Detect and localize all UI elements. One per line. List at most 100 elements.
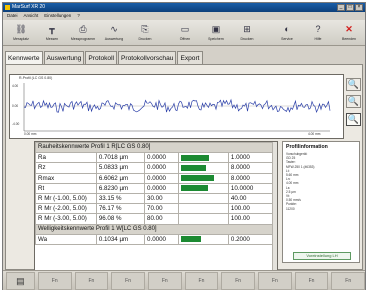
zoom-in-button[interactable]: 🔍	[346, 78, 361, 91]
toolbar: ⛓ Messplatz ┳ Messen ⎙ Messprogramm ∿ Auswer…	[3, 20, 365, 46]
function-key-button[interactable]: Fn	[221, 272, 255, 290]
toolbar-service-button[interactable]: ◐ Service	[274, 20, 300, 46]
toolbar-drucken2-button[interactable]: ⊞ Drucken	[234, 20, 260, 46]
tab-protokollvorschau[interactable]: Protokollvorschau	[118, 51, 177, 64]
zoom-out-button[interactable]: 🔍	[346, 95, 361, 108]
result-row[interactable]: Ra 0.7018 µm 0.0000 1.0000	[35, 152, 274, 164]
tolerance-bar-cell	[177, 152, 229, 164]
roughness-header: Rauheitskennwerte Profil 1 R[LC GS 0.80]	[35, 142, 273, 154]
parameter-value: 0.7018 µm	[95, 152, 146, 164]
toolbar-drucken-button[interactable]: ⎘ Drucken	[132, 20, 158, 46]
tolerance-bar-cell	[177, 162, 229, 174]
function-key-button[interactable]: Fn	[294, 272, 329, 290]
parameter-value: 5.0833 µm	[95, 162, 146, 174]
waviness-header: Welligkeitskennwerte Profil 1 W[LC GS 0.…	[35, 223, 273, 235]
kennwerte-panel: R-Profil (LC GS 0.80) 4.00 0.00 -4.00 0.…	[5, 64, 363, 271]
printer-icon: ⎘	[141, 24, 149, 34]
minimize-button[interactable]: _	[337, 4, 345, 11]
menu-bar: Datei Ansicht Einstellungen ?	[3, 12, 365, 20]
toolbar-beenden-button[interactable]: ✕ Beenden	[336, 20, 362, 46]
tolerance-bar	[180, 164, 207, 171]
app-window: MarSurf XR 20 _ □ × Datei Ansicht Einste…	[2, 2, 366, 290]
window-title: MarSurf XR 20	[12, 4, 46, 10]
function-key-button[interactable]: Fn	[147, 272, 182, 290]
profile-trace-area	[23, 83, 331, 132]
toolbar-speichern-button[interactable]: ▣ Speichern	[203, 20, 229, 46]
upper-limit: 8.0000	[227, 162, 274, 174]
toolbar-messen-button[interactable]: ┳ Messen	[39, 20, 65, 46]
x-tick-label: 0.00 mm	[24, 132, 37, 136]
tab-bar: Kennwerte Auswertung Protokoll Protokoll…	[5, 51, 204, 64]
upper-limit: 40.00	[227, 192, 274, 205]
profile-graph[interactable]: R-Profil (LC GS 0.80) 4.00 0.00 -4.00 0.…	[9, 74, 344, 139]
program-icon: ⎙	[79, 24, 87, 34]
profile-info-panel: Profilinformation Vorschubgerät: GD 25 Tas…	[282, 141, 360, 263]
magnifier-icon: 🔍	[347, 114, 360, 124]
tab-kennwerte[interactable]: Kennwerte	[5, 51, 43, 64]
parameter-value: 6.6062 µm	[95, 172, 146, 184]
function-key-button[interactable]: Fn	[184, 272, 219, 290]
result-row[interactable]: R Mr (-2.00, 5.00) 76.17 % 70.00 100.00	[35, 203, 274, 215]
parameter-name: R Mr (-2.00, 5.00)	[35, 203, 97, 215]
parameter-name: R Mr (-1.00, 5.00)	[35, 192, 97, 205]
tastarm-icon: ┳	[49, 24, 55, 34]
tab-auswertung[interactable]: Auswertung	[43, 51, 85, 64]
function-key-button[interactable]: Fn	[258, 272, 292, 290]
close-icon: ✕	[345, 24, 353, 34]
lower-limit: 70.00	[144, 203, 179, 215]
tolerance-bar-cell	[177, 203, 229, 215]
lower-limit: 0.0000	[144, 152, 179, 164]
toolbar-auswertung-button[interactable]: ∿ Auswertung	[101, 20, 127, 46]
parameter-name: Rt	[35, 182, 97, 194]
menu-datei[interactable]: Datei	[7, 12, 18, 20]
parameter-value: 96.08 %	[95, 213, 146, 225]
toolbar-hilfe-button[interactable]: ? Hilfe	[305, 20, 331, 46]
result-row[interactable]: Rz 5.0833 µm 0.0000 8.0000	[35, 162, 274, 174]
result-row[interactable]: Wa 0.1034 µm 0.0000 0.2000	[35, 233, 274, 245]
app-icon	[5, 5, 10, 10]
toolbar-oeffnen-button[interactable]: ▭ Öffnen	[172, 20, 198, 46]
result-row[interactable]: Rt 6.8230 µm 0.0000 10.0000	[35, 182, 274, 194]
help-icon: ?	[315, 24, 321, 34]
menu-einstellungen[interactable]: Einstellungen	[44, 12, 71, 20]
maximize-button[interactable]: □	[346, 4, 354, 11]
tolerance-bar	[180, 175, 214, 182]
magnifier-minus-icon: 🔍	[347, 96, 360, 106]
tab-export[interactable]: Export	[177, 51, 203, 64]
parameter-value: 33.15 %	[95, 192, 146, 205]
toolbar-messplatz-button[interactable]: ⛓ Messplatz	[8, 20, 34, 46]
menu-help[interactable]: ?	[77, 12, 80, 20]
function-key-button[interactable]: Fn	[74, 272, 109, 290]
parameter-value: 6.8230 µm	[95, 182, 146, 194]
lower-limit: 30.00	[144, 192, 179, 205]
profile-info-line: 11200	[286, 206, 295, 211]
menu-list-button[interactable]: ▤	[6, 272, 35, 290]
menu-ansicht[interactable]: Ansicht	[24, 12, 39, 20]
result-row[interactable]: R Mr (-1.00, 5.00) 33.15 % 30.00 40.00	[35, 192, 274, 205]
profile-info-title: Profilinformation	[286, 144, 328, 150]
lower-limit: 0.0000	[144, 233, 179, 245]
vertical-scrollbar[interactable]	[272, 142, 277, 270]
function-key-bar: ▤ Fn Fn Fn Fn Fn Fn Fn Fn Fn	[3, 270, 366, 290]
zoom-fit-button[interactable]: 🔍	[346, 113, 361, 126]
lower-limit: 80.00	[144, 213, 179, 225]
preset-button[interactable]: Voreinstellung LH	[293, 252, 351, 260]
function-key-button[interactable]: Fn	[331, 272, 366, 290]
close-window-button[interactable]: ×	[355, 4, 363, 11]
upper-limit: 1.0000	[227, 152, 274, 164]
function-key-button[interactable]: Fn	[111, 272, 145, 290]
lower-limit: 0.0000	[144, 162, 179, 174]
title-bar: MarSurf XR 20 _ □ ×	[3, 3, 365, 12]
upper-limit: 8.0000	[227, 172, 274, 184]
upper-limit: 100.00	[227, 213, 274, 225]
function-key-button[interactable]: Fn	[37, 272, 72, 290]
magnifier-plus-icon: 🔍	[347, 79, 360, 89]
parameter-name: Rz	[35, 162, 97, 174]
upper-limit: 10.0000	[227, 182, 274, 194]
result-row[interactable]: R Mr (-3.00, 5.00) 96.08 % 80.00 100.00	[35, 213, 274, 225]
tolerance-bar-cell	[177, 213, 229, 225]
toolbar-messprogramm-button[interactable]: ⎙ Messprogramm	[70, 20, 96, 46]
result-row[interactable]: Rmax 6.6062 µm 0.0000 8.0000	[35, 172, 274, 184]
parameter-name: R Mr (-3.00, 5.00)	[35, 213, 97, 225]
tab-protokoll[interactable]: Protokoll	[85, 51, 118, 64]
